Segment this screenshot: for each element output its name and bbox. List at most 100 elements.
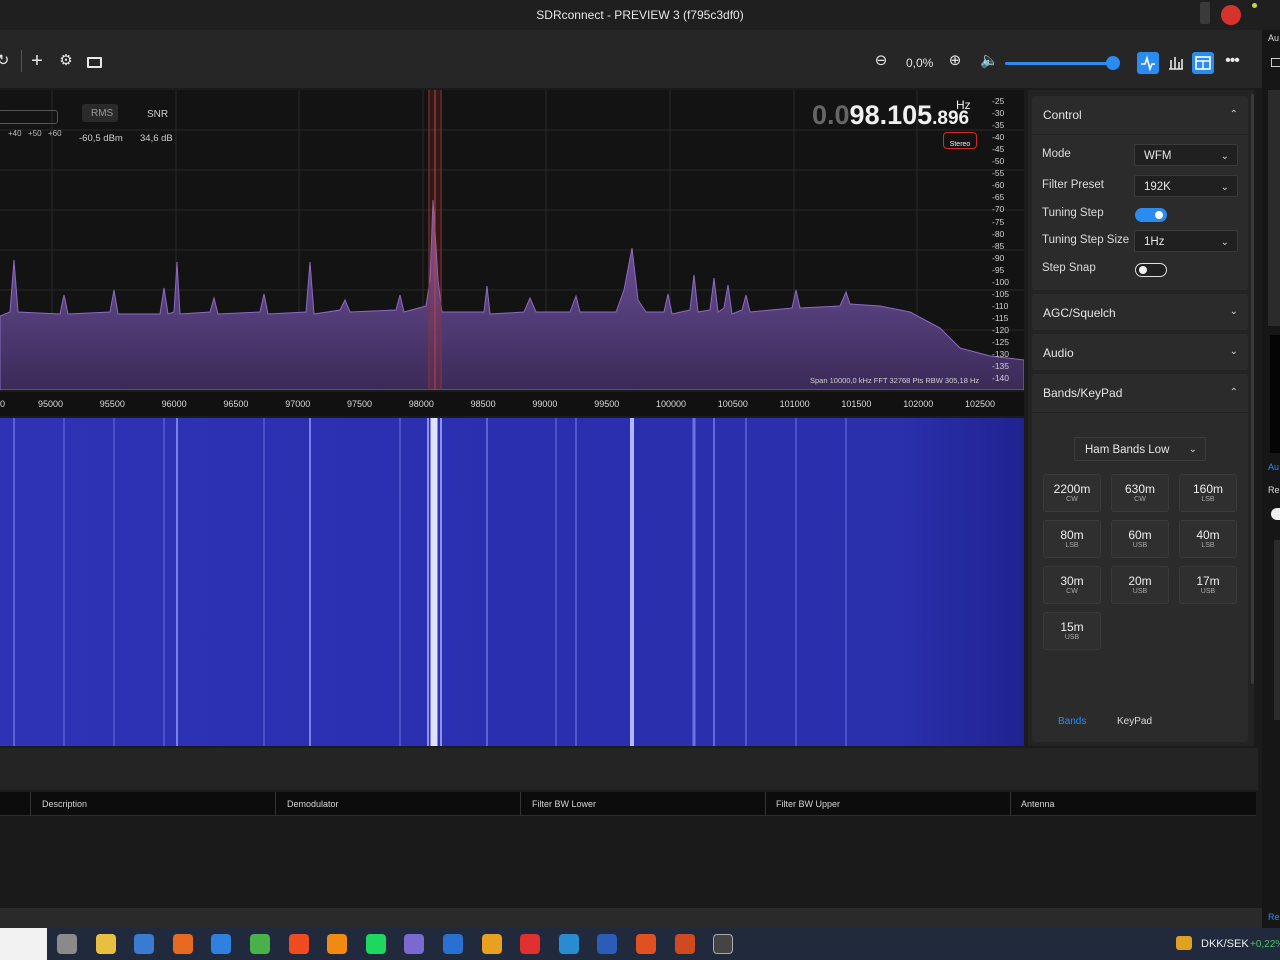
band-button-2200m[interactable]: 2200m CW: [1043, 474, 1101, 512]
db-tick-label: -25: [992, 96, 1005, 106]
edge-panel: [1268, 90, 1280, 326]
band-button-label: 80m: [1060, 528, 1084, 542]
band-button-630m[interactable]: 630m CW: [1111, 474, 1169, 512]
control-divider: [1032, 134, 1248, 135]
step-snap-toggle[interactable]: [1135, 263, 1167, 277]
bands-keypad-header[interactable]: Bands/KeyPad: [1043, 386, 1122, 400]
band-button-80m[interactable]: 80m LSB: [1043, 520, 1101, 558]
band-group-select[interactable]: Ham Bands Low ⌄: [1074, 437, 1206, 461]
band-button-30m[interactable]: 30m CW: [1043, 566, 1101, 604]
store-icon[interactable]: [134, 934, 155, 954]
bands-keypad-card: Bands/KeyPad ⌃ Ham Bands Low ⌄ 2200m CW 63…: [1032, 374, 1248, 742]
mode-select[interactable]: WFM ⌄: [1134, 144, 1238, 166]
app-icon[interactable]: [558, 934, 579, 954]
band-button-60m[interactable]: 60m USB: [1111, 520, 1169, 558]
refresh-icon[interactable]: ↻: [0, 52, 12, 70]
edge-text-bottom: Re: [1268, 912, 1280, 922]
app-icon[interactable]: [481, 934, 502, 954]
vlc-icon[interactable]: [327, 934, 348, 954]
agc-squelch-header[interactable]: AGC/Squelch: [1043, 306, 1116, 320]
volume-slider-handle[interactable]: [1106, 56, 1120, 70]
panel-scrollbar[interactable]: [1251, 94, 1254, 684]
freq-tick-label: 100000: [656, 399, 687, 409]
calendar-icon[interactable]: [443, 934, 463, 954]
waterfall-view-button[interactable]: [1165, 52, 1187, 74]
volume-slider[interactable]: [1005, 62, 1113, 65]
spectrum-display[interactable]: RMS SNR +40 +50 +60 -60,5 dBm 34,6 dB 0.…: [0, 90, 1024, 390]
spotify-icon[interactable]: [365, 934, 386, 954]
frequency-unit: Hz: [956, 98, 971, 112]
column-filter-bw-lower[interactable]: Filter BW Lower: [532, 799, 596, 809]
ticker-icon: [1176, 936, 1192, 950]
add-icon[interactable]: +: [28, 51, 46, 71]
spectrum-info: Span 10000,0 kHz FFT 32768 Pts RBW 305,1…: [810, 376, 980, 385]
word-icon[interactable]: [597, 934, 618, 954]
audio-card[interactable]: Audio ⌄: [1032, 334, 1248, 370]
control-card: Control ⌃ Mode WFM ⌄ Filter Preset 192K ⌄ …: [1032, 96, 1248, 290]
record-icon[interactable]: [1221, 5, 1241, 25]
column-antenna[interactable]: Antenna: [1021, 799, 1055, 809]
db-tick-label: -90: [992, 252, 1005, 263]
mail-icon[interactable]: [211, 934, 232, 954]
chevron-down-icon[interactable]: ⌄: [1230, 346, 1238, 357]
tuning-step-size-select[interactable]: 1Hz ⌄: [1134, 230, 1238, 252]
band-button-15m[interactable]: 15m USB: [1043, 612, 1101, 650]
search-box[interactable]: [0, 928, 47, 960]
duckduckgo-icon[interactable]: [636, 934, 656, 954]
tuning-step-size-value: 1Hz: [1144, 236, 1165, 248]
app-icon[interactable]: [674, 934, 695, 954]
tuning-step-label: Tuning Step: [1042, 207, 1104, 219]
panel-view-button[interactable]: [1192, 52, 1214, 74]
volume-icon[interactable]: 🔈: [980, 52, 999, 70]
tab-keypad[interactable]: KeyPad: [1117, 716, 1152, 727]
frequency-main: 98.105: [849, 100, 933, 130]
chevron-down-icon: ⌄: [1220, 182, 1229, 193]
agc-squelch-card[interactable]: AGC/Squelch ⌄: [1032, 294, 1248, 330]
column-demodulator[interactable]: Demodulator: [287, 799, 339, 809]
scale-tick-60: +60: [48, 129, 62, 138]
xbox-icon[interactable]: [250, 934, 270, 954]
edge-toggle: [1271, 508, 1280, 520]
frequency-readout[interactable]: 0.098.105.896: [812, 100, 969, 131]
brave-icon[interactable]: [288, 934, 309, 954]
column-filter-bw-upper[interactable]: Filter BW Upper: [776, 799, 840, 809]
band-button-mode: USB: [1064, 634, 1080, 641]
app-tray-icon[interactable]: [1200, 2, 1210, 24]
band-button-40m[interactable]: 40m LSB: [1179, 520, 1237, 558]
settings-icon[interactable]: ⚙: [57, 52, 75, 70]
band-button-17m[interactable]: 17m USB: [1179, 566, 1237, 604]
monitor-icon[interactable]: [87, 57, 102, 68]
mode-label: Mode: [1042, 148, 1071, 160]
zoom-in-icon[interactable]: ⊕: [946, 52, 964, 70]
band-button-label: 17m: [1196, 574, 1220, 588]
filter-preset-select[interactable]: 192K ⌄: [1134, 175, 1238, 197]
task-view-icon[interactable]: [57, 934, 77, 954]
firefox-icon[interactable]: [172, 934, 193, 954]
app-icon[interactable]: [520, 934, 541, 954]
audio-header[interactable]: Audio: [1043, 346, 1074, 360]
app-icon[interactable]: [404, 934, 425, 954]
waterfall-display[interactable]: [0, 418, 1024, 746]
adjacent-window-edge: Au Au Re Re: [1262, 30, 1280, 928]
band-button-160m[interactable]: 160m LSB: [1179, 474, 1237, 512]
column-divider: [520, 792, 521, 816]
chevron-down-icon[interactable]: ⌄: [1230, 306, 1238, 317]
sdrconnect-icon[interactable]: [713, 934, 734, 954]
chevron-up-icon[interactable]: ⌃: [1230, 109, 1238, 120]
memory-table-body[interactable]: [0, 816, 1256, 908]
control-header[interactable]: Control: [1043, 108, 1082, 122]
tab-bands[interactable]: Bands: [1058, 716, 1086, 727]
tuning-step-toggle[interactable]: [1135, 208, 1167, 222]
spectrum-view-button[interactable]: [1137, 52, 1159, 74]
snr-label: SNR: [147, 109, 169, 120]
ticker-label[interactable]: DKK/SEK: [1201, 938, 1249, 950]
band-button-20m[interactable]: 20m USB: [1111, 566, 1169, 604]
mode-value: WFM: [1144, 150, 1172, 162]
file-explorer-icon[interactable]: [95, 934, 116, 954]
filter-preset-value: 192K: [1144, 181, 1171, 193]
zoom-out-icon[interactable]: ⊖: [872, 52, 890, 70]
column-description[interactable]: Description: [42, 799, 87, 809]
db-tick-label: -135: [992, 361, 1010, 372]
chevron-up-icon[interactable]: ⌃: [1230, 387, 1238, 398]
more-icon[interactable]: •••: [1223, 52, 1241, 70]
